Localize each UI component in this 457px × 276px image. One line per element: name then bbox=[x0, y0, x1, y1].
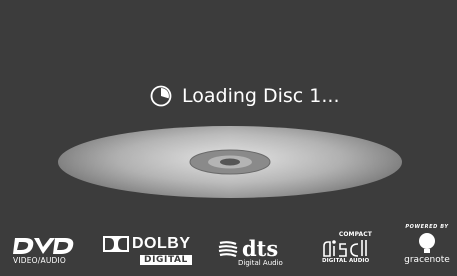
dvd-logo: VIDEO/AUDIO bbox=[13, 236, 75, 265]
dolby-digital-logo: DOLBY DIGITAL bbox=[103, 235, 192, 265]
cd-logo-bottom: DIGITAL AUDIO bbox=[322, 258, 370, 264]
dolby-wordmark: DOLBY bbox=[132, 235, 191, 252]
gracenote-wordmark: gracenote bbox=[404, 255, 450, 265]
dolby-double-d-icon bbox=[103, 236, 129, 252]
gracenote-logo: POWERED BY gracenote bbox=[402, 224, 452, 265]
loading-text: Loading Disc 1... bbox=[182, 85, 340, 107]
loading-spinner-icon bbox=[150, 85, 172, 107]
gracenote-powered-by: POWERED BY bbox=[405, 224, 449, 230]
cd-logo-top: COMPACT bbox=[338, 231, 372, 238]
disc-wordmark-icon bbox=[323, 240, 367, 257]
dts-wave-icon bbox=[218, 240, 238, 257]
dts-wordmark: dts bbox=[242, 236, 279, 261]
compact-disc-image bbox=[55, 124, 405, 204]
dts-logo: dts Digital Audio bbox=[218, 238, 283, 267]
gracenote-bulb-icon bbox=[419, 233, 435, 253]
loading-status: Loading Disc 1... bbox=[150, 82, 340, 110]
dolby-digital-label: DIGITAL bbox=[140, 255, 192, 265]
dvd-logo-subtitle: VIDEO/AUDIO bbox=[13, 256, 66, 265]
dts-subtitle: Digital Audio bbox=[238, 259, 283, 267]
format-logos: VIDEO/AUDIO DOLBY DIGITAL dts Digital Au… bbox=[0, 202, 457, 276]
compact-disc-logo: COMPACT DIGITAL AUDIO bbox=[322, 231, 372, 264]
disc-loading-screen: Loading Disc 1... VIDEO/AUDIO DOLBY DIGI… bbox=[0, 0, 457, 276]
